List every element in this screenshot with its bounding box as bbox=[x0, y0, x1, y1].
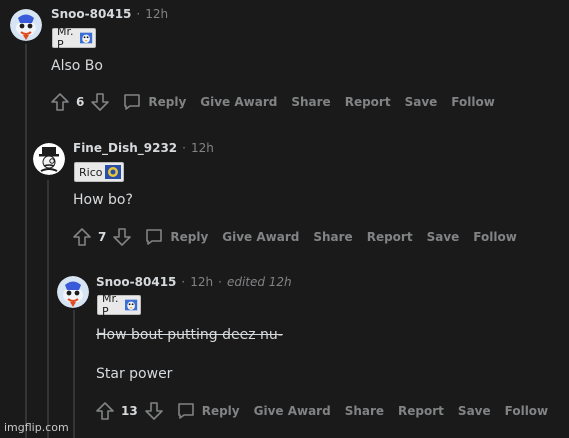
separator: · bbox=[182, 141, 186, 155]
flair-label: Mr. P bbox=[102, 292, 119, 318]
separator: · bbox=[136, 7, 141, 21]
user-flair[interactable]: Mr. P bbox=[52, 25, 96, 51]
downvote-icon[interactable] bbox=[90, 92, 110, 112]
upvote-icon[interactable] bbox=[95, 401, 115, 421]
report-button[interactable]: Report bbox=[367, 230, 413, 244]
comment-body: Also Bo bbox=[51, 58, 103, 74]
comment-actions: 6 Reply Give Award Share Report Save Fol… bbox=[50, 92, 509, 112]
thread-line-1[interactable] bbox=[25, 44, 27, 438]
user-flair[interactable]: Mr. P bbox=[97, 292, 141, 318]
timestamp[interactable]: 12h bbox=[191, 141, 214, 155]
vote-score: 7 bbox=[98, 230, 107, 244]
flair-label: Mr. P bbox=[57, 25, 74, 51]
downvote-icon[interactable] bbox=[112, 227, 132, 247]
flair-label: Rico bbox=[79, 165, 103, 179]
thread-line-2[interactable] bbox=[47, 180, 49, 438]
share-button[interactable]: Share bbox=[313, 230, 352, 244]
vote-score: 6 bbox=[76, 95, 85, 109]
snoo-avatar-icon[interactable] bbox=[57, 276, 89, 308]
separator: · bbox=[181, 275, 186, 289]
comment-thread: { "colors": { "background": "#1a1a1b", "… bbox=[0, 0, 569, 438]
vote-score: 13 bbox=[121, 404, 138, 418]
follow-button[interactable]: Follow bbox=[451, 95, 495, 109]
edited-label: edited 12h bbox=[226, 275, 292, 289]
snoo-avatar-icon[interactable] bbox=[10, 9, 42, 41]
give-award-button[interactable]: Give Award bbox=[200, 95, 277, 109]
give-award-button[interactable]: Give Award bbox=[254, 404, 331, 418]
give-award-button[interactable]: Give Award bbox=[222, 230, 299, 244]
monocle-man-avatar-icon[interactable] bbox=[33, 143, 65, 175]
thread-line-3[interactable] bbox=[73, 310, 75, 438]
rico-flair-icon bbox=[105, 165, 122, 179]
struck-text: How bout putting deez nu- bbox=[96, 327, 283, 343]
penguin-flair-icon bbox=[125, 299, 138, 311]
upvote-icon[interactable] bbox=[50, 92, 70, 112]
upvote-icon[interactable] bbox=[72, 227, 92, 247]
reply-button[interactable]: Reply bbox=[148, 95, 186, 109]
share-button[interactable]: Share bbox=[291, 95, 330, 109]
username[interactable]: Fine_Dish_9232 bbox=[73, 141, 177, 155]
downvote-icon[interactable] bbox=[144, 401, 164, 421]
penguin-flair-icon bbox=[80, 32, 93, 44]
comment-actions: 7 Reply Give Award Share Report Save Fol… bbox=[72, 227, 531, 247]
reply-icon[interactable] bbox=[144, 227, 164, 247]
timestamp[interactable]: 12h bbox=[190, 275, 213, 289]
username[interactable]: Snoo-80415 bbox=[51, 7, 131, 21]
follow-button[interactable]: Follow bbox=[505, 404, 549, 418]
reply-icon[interactable] bbox=[122, 92, 142, 112]
comment-body: Star power bbox=[96, 366, 173, 382]
reply-button[interactable]: Reply bbox=[202, 404, 240, 418]
save-button[interactable]: Save bbox=[458, 404, 491, 418]
timestamp[interactable]: 12h bbox=[145, 7, 168, 21]
follow-button[interactable]: Follow bbox=[473, 230, 517, 244]
report-button[interactable]: Report bbox=[345, 95, 391, 109]
reply-button[interactable]: Reply bbox=[170, 230, 208, 244]
comment-actions: 13 Reply Give Award Share Report Save Fo… bbox=[95, 401, 562, 421]
user-flair[interactable]: Rico bbox=[74, 162, 125, 182]
report-button[interactable]: Report bbox=[398, 404, 444, 418]
watermark: imgflip.com bbox=[4, 421, 69, 434]
username[interactable]: Snoo-80415 bbox=[96, 275, 176, 289]
share-button[interactable]: Share bbox=[345, 404, 384, 418]
save-button[interactable]: Save bbox=[427, 230, 460, 244]
edited-separator: · bbox=[218, 275, 222, 289]
save-button[interactable]: Save bbox=[405, 95, 438, 109]
comment-body: How bo? bbox=[73, 192, 133, 208]
reply-icon[interactable] bbox=[176, 401, 196, 421]
